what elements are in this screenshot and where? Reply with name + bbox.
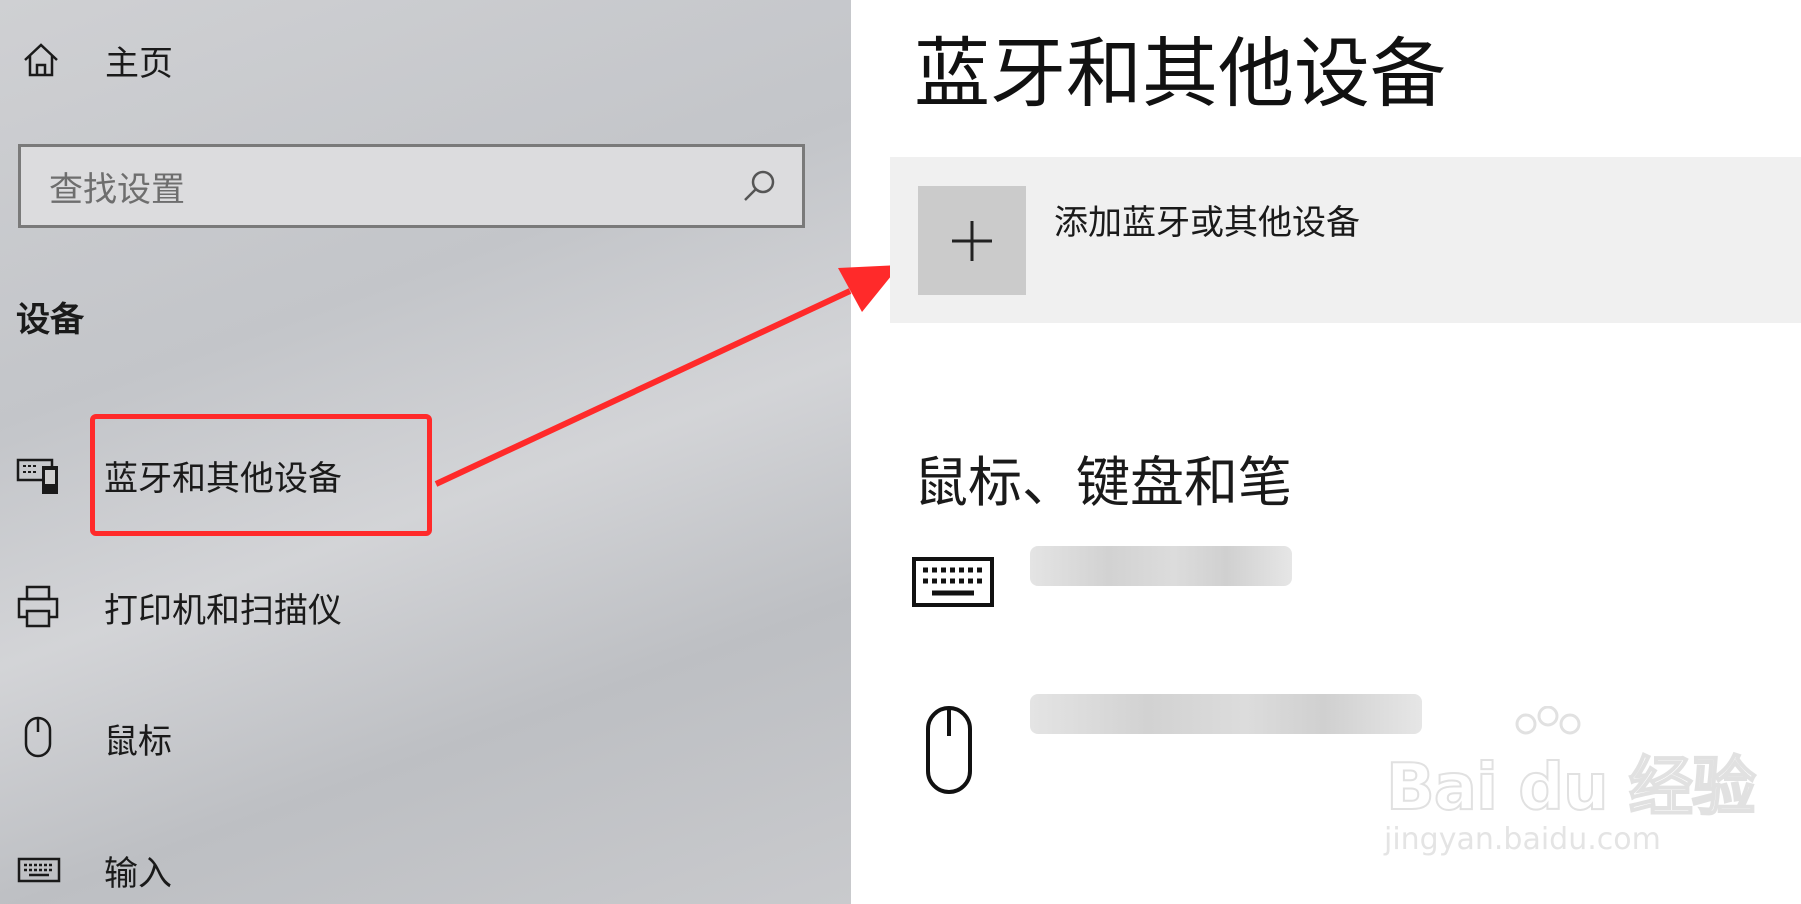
keyboard-icon bbox=[14, 845, 64, 895]
home-label: 主页 bbox=[105, 43, 173, 84]
device-keyboard[interactable] bbox=[910, 553, 998, 617]
mouse-icon bbox=[910, 702, 982, 802]
baidu-watermark: Bai du 经验 jingyan.baidu.com bbox=[1378, 706, 1757, 866]
sidebar-item-printers[interactable]: 打印机和扫描仪 bbox=[14, 577, 342, 637]
sidebar-item-label: 鼠标 bbox=[104, 721, 172, 762]
plus-icon bbox=[952, 220, 992, 261]
highlight-box bbox=[90, 414, 432, 536]
watermark-url: jingyan.baidu.com bbox=[1384, 822, 1661, 857]
page-title: 蓝牙和其他设备 bbox=[914, 29, 1446, 118]
section-title-mouse-keyboard-pen: 鼠标、键盘和笔 bbox=[914, 451, 1292, 514]
sidebar-item-input[interactable]: 输入 bbox=[14, 840, 172, 900]
home-icon bbox=[20, 39, 62, 81]
sidebar-item-label: 打印机和扫描仪 bbox=[104, 590, 342, 631]
keyboard-icon bbox=[910, 553, 998, 617]
device-name-blurred bbox=[1030, 694, 1422, 734]
sidebar-item-label: 输入 bbox=[104, 853, 172, 894]
mouse-icon bbox=[14, 713, 64, 763]
sidebar-item-mouse[interactable]: 鼠标 bbox=[14, 708, 172, 768]
device-name-blurred bbox=[1030, 546, 1292, 586]
search-input[interactable]: 查找设置 bbox=[18, 144, 805, 228]
add-device-button[interactable] bbox=[918, 186, 1026, 295]
device-mouse[interactable] bbox=[910, 702, 982, 802]
search-icon[interactable] bbox=[736, 163, 782, 209]
add-device-label: 添加蓝牙或其他设备 bbox=[1054, 203, 1360, 243]
section-title-devices: 设备 bbox=[16, 300, 84, 340]
search-placeholder: 查找设置 bbox=[49, 169, 185, 210]
printer-icon bbox=[14, 582, 64, 632]
watermark-brand: Bai du 经验 bbox=[1385, 750, 1757, 826]
sidebar-item-home[interactable]: 主页 bbox=[20, 35, 173, 85]
bluetooth-devices-icon bbox=[14, 450, 64, 500]
add-device-panel[interactable]: 添加蓝牙或其他设备 bbox=[890, 157, 1801, 323]
